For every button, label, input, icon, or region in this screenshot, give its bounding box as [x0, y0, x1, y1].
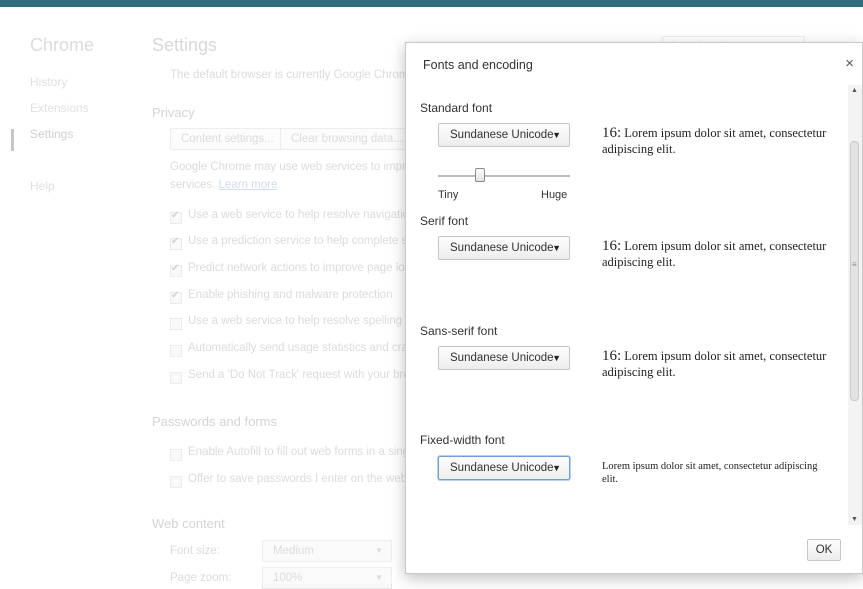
window-top-accent-bar	[0, 0, 863, 7]
slider-handle[interactable]	[475, 168, 485, 182]
serif-font-label: Serif font	[420, 214, 469, 228]
chevron-down-icon: ▼	[552, 130, 561, 140]
font-size-slider[interactable]	[438, 167, 570, 185]
serif-font-sample-size: 16:	[602, 238, 622, 254]
sans-serif-font-sample-text: Lorem ipsum dolor sit amet, consectetur …	[602, 349, 827, 379]
fonts-encoding-dialog: Fonts and encoding × Standard font Sunda…	[405, 42, 863, 574]
fixed-width-font-label: Fixed-width font	[420, 433, 505, 447]
serif-font-value: Sundanese Unicode	[450, 242, 554, 254]
sans-serif-font-sample-size: 16:	[602, 348, 622, 364]
standard-font-sample: 16: Lorem ipsum dolor sit amet, consecte…	[602, 125, 832, 157]
sans-serif-font-select[interactable]: Sundanese Unicode ▼	[438, 346, 570, 370]
slider-max-label: Huge	[541, 189, 568, 201]
standard-font-sample-size: 16:	[602, 125, 622, 141]
fixed-width-font-select[interactable]: Sundanese Unicode ▼	[438, 456, 570, 480]
scrollbar-thumb[interactable]: ≡	[850, 141, 859, 401]
sans-serif-font-sample: 16: Lorem ipsum dolor sit amet, consecte…	[602, 348, 832, 380]
close-icon[interactable]: ×	[845, 55, 854, 72]
scroll-up-arrow-icon[interactable]: ▲	[851, 87, 858, 94]
scrollbar-grip-icon: ≡	[852, 260, 857, 269]
slider-track	[438, 175, 570, 177]
standard-font-select[interactable]: Sundanese Unicode ▼	[438, 123, 570, 147]
fixed-width-font-value: Sundanese Unicode	[450, 462, 554, 474]
sans-serif-font-value: Sundanese Unicode	[450, 352, 554, 364]
serif-font-sample: 16: Lorem ipsum dolor sit amet, consecte…	[602, 238, 832, 270]
fixed-width-font-sample: Lorem ipsum dolor sit amet, consectetur …	[602, 461, 818, 485]
standard-font-label: Standard font	[420, 101, 493, 115]
chevron-down-icon: ▼	[552, 243, 561, 253]
dialog-title: Fonts and encoding	[423, 58, 533, 72]
chevron-down-icon: ▼	[552, 353, 561, 363]
standard-font-value: Sundanese Unicode	[450, 129, 554, 141]
scroll-down-arrow-icon[interactable]: ▼	[851, 516, 858, 523]
serif-font-sample-text: Lorem ipsum dolor sit amet, consectetur …	[602, 239, 827, 269]
dialog-scrollbar[interactable]: ▲ ≡ ▼	[848, 85, 862, 525]
sans-serif-font-label: Sans-serif font	[420, 324, 498, 338]
standard-font-sample-text: Lorem ipsum dolor sit amet, consectetur …	[602, 126, 827, 156]
dialog-content: Standard font Sundanese Unicode ▼ 16: Lo…	[406, 88, 850, 528]
serif-font-select[interactable]: Sundanese Unicode ▼	[438, 236, 570, 260]
slider-min-label: Tiny	[438, 189, 459, 201]
ok-button[interactable]: OK	[807, 539, 841, 561]
chevron-down-icon: ▼	[552, 463, 561, 473]
